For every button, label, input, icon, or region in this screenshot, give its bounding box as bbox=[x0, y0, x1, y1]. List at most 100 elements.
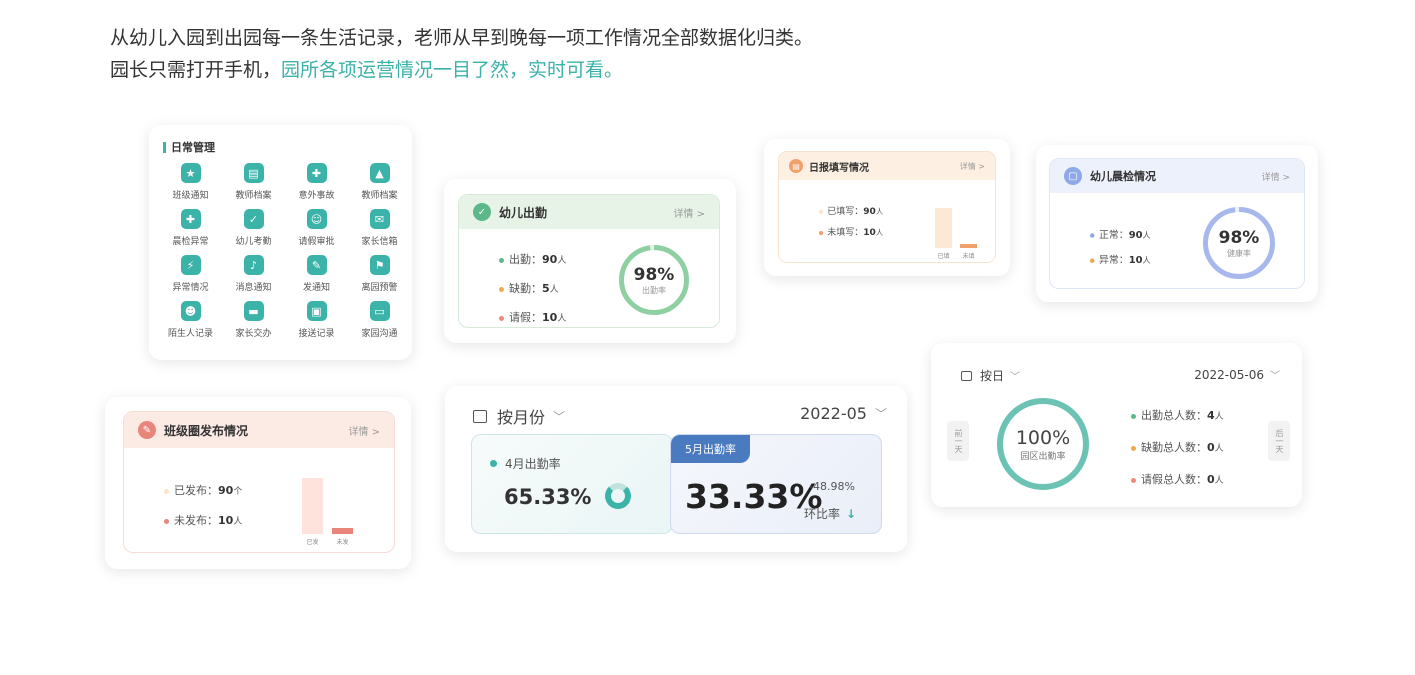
daily-item-8[interactable]: ⚡ 异常情况 bbox=[159, 255, 222, 293]
intro-line-2-prefix: 园长只需打开手机， bbox=[110, 59, 282, 81]
class-circle-detail-link[interactable]: 详情 > bbox=[348, 423, 380, 438]
daily-item-10[interactable]: ✎ 发通知 bbox=[285, 255, 348, 293]
daily-item-6[interactable]: ☺ 请假审批 bbox=[285, 209, 348, 247]
pickup-icon: ▣ bbox=[306, 301, 327, 321]
stat-unit: 个 bbox=[233, 487, 243, 497]
previous-day-button[interactable]: 前一天 bbox=[947, 421, 969, 461]
morning-check-stats: 正常：90人 异常：10人 bbox=[1090, 227, 1151, 277]
daily-item-label: 家园沟通 bbox=[361, 329, 398, 339]
month-over-month-label: 环比率 bbox=[804, 507, 841, 521]
stat-unit: 人 bbox=[557, 314, 567, 324]
bar bbox=[935, 208, 952, 248]
day-date-picker[interactable]: 2022-05-06 ﹀ bbox=[1194, 367, 1280, 383]
daily-item-label: 陌生人记录 bbox=[167, 329, 213, 339]
stat-line: 已填写：90人 bbox=[819, 204, 883, 217]
daily-management-card: 日常管理 ★ 班级通知 ▤ 教师档案 ✚ 意外事故 ▲ 教师档案 ✚ 晨检异常 ✓ 幼儿考勤 ☺ 请假审批… bbox=[149, 125, 412, 360]
stat-line: 已发布：90个 bbox=[164, 482, 242, 498]
arrow-down-icon: ↓ bbox=[846, 506, 857, 521]
stat-line: 缺勤总人数：0人 bbox=[1131, 439, 1224, 455]
stat-value: 10 bbox=[863, 226, 876, 238]
morning-check-header: ▢ 幼儿晨检情况 详情 > bbox=[1050, 159, 1304, 193]
class-circle-title: 班级圈发布情况 bbox=[164, 423, 249, 438]
stat-unit: 人 bbox=[1142, 231, 1151, 241]
daily-item-label: 消息通知 bbox=[235, 283, 272, 293]
attendance-card: ✓ 幼儿出勤 详情 > 出勤：90人 缺勤：5人 请假：10人 98% 出勤率 bbox=[444, 179, 736, 343]
chat-icon: ▭ bbox=[369, 301, 390, 321]
daily-item-9[interactable]: ♪ 消息通知 bbox=[222, 255, 285, 293]
class-circle-card: ✎ 班级圈发布情况 详情 > 已发布：90个 未发布：10人 已发 未发 bbox=[105, 397, 411, 569]
stat-line: 正常：90人 bbox=[1090, 227, 1151, 241]
day-attendance-stats: 出勤总人数：4人 缺勤总人数：0人 请假总人数：0人 bbox=[1131, 407, 1224, 503]
stat-label: 未发布： bbox=[174, 514, 218, 527]
daily-report-detail-link[interactable]: 详情 > bbox=[960, 161, 985, 172]
legend-dot bbox=[164, 488, 169, 494]
day-date: 2022-05-06 bbox=[1194, 367, 1264, 382]
daily-report-title: 日报填写情况 bbox=[809, 162, 869, 174]
daily-item-2[interactable]: ✚ 意外事故 bbox=[285, 163, 348, 201]
calendar-icon bbox=[961, 370, 972, 381]
send-notice-icon: ✎ bbox=[306, 255, 327, 275]
morning-check-title: 幼儿晨检情况 bbox=[1090, 170, 1156, 183]
daily-report-header: ▤ 日报填写情况 详情 > bbox=[779, 152, 995, 180]
bar bbox=[302, 478, 323, 534]
mail-icon: ✉ bbox=[369, 209, 390, 229]
previous-day-label: 前一天 bbox=[954, 429, 963, 453]
stat-line: 出勤总人数：4人 bbox=[1131, 407, 1224, 423]
daily-item-label: 接送记录 bbox=[298, 329, 335, 339]
next-day-button[interactable]: 后一天 bbox=[1268, 421, 1290, 461]
month-selector[interactable]: 按月份 ﹀ bbox=[473, 404, 565, 428]
stat-unit: 人 bbox=[549, 285, 559, 295]
daily-item-14[interactable]: ▣ 接送记录 bbox=[285, 301, 348, 339]
stat-line: 出勤：90人 bbox=[499, 251, 566, 267]
attendance-icon: ✓ bbox=[243, 209, 264, 229]
stat-value: 90 bbox=[218, 484, 234, 497]
daily-item-1[interactable]: ▤ 教师档案 bbox=[222, 163, 285, 201]
legend-dot bbox=[1090, 258, 1095, 263]
daily-item-0[interactable]: ★ 班级通知 bbox=[159, 163, 222, 201]
attendance-header: ✓ 幼儿出勤 详情 > bbox=[459, 195, 719, 229]
attendance-detail-link[interactable]: 详情 > bbox=[673, 205, 705, 220]
daily-management-grid: ★ 班级通知 ▤ 教师档案 ✚ 意外事故 ▲ 教师档案 ✚ 晨检异常 ✓ 幼儿考勤 ☺ 请假审批 ✉ 家长信箱… bbox=[149, 155, 412, 339]
daily-item-3[interactable]: ▲ 教师档案 bbox=[348, 163, 411, 201]
daily-item-label: 幼儿考勤 bbox=[235, 237, 272, 247]
legend-dot bbox=[1131, 445, 1136, 451]
month-date: 2022-05 bbox=[800, 404, 867, 423]
current-month-rate: 33.33% bbox=[685, 477, 823, 516]
stat-line: 异常：10人 bbox=[1090, 252, 1151, 266]
stat-unit: 人 bbox=[1214, 476, 1224, 486]
stat-label: 异常： bbox=[1099, 254, 1129, 266]
daily-item-7[interactable]: ✉ 家长信箱 bbox=[348, 209, 411, 247]
bar-label: 未填 bbox=[962, 253, 975, 260]
day-selector[interactable]: 按日 ﹀ bbox=[961, 367, 1020, 384]
stat-value: 10 bbox=[218, 514, 234, 527]
stat-value: 10 bbox=[1128, 254, 1143, 266]
teacher-file-icon: ▤ bbox=[243, 163, 264, 183]
morning-check-icon: ▢ bbox=[1064, 167, 1082, 185]
daily-item-13[interactable]: ▬ 家长交办 bbox=[222, 301, 285, 339]
legend-dot bbox=[819, 230, 824, 235]
class-circle-header: ✎ 班级圈发布情况 详情 > bbox=[124, 412, 394, 448]
daily-item-5[interactable]: ✓ 幼儿考勤 bbox=[222, 209, 285, 247]
chevron-down-icon: ﹀ bbox=[874, 407, 887, 421]
daily-item-label: 教师档案 bbox=[235, 191, 272, 201]
daily-item-12[interactable]: ☻ 陌生人记录 bbox=[159, 301, 222, 339]
bar-label: 未发 bbox=[336, 539, 349, 546]
bar-label: 已填 bbox=[937, 253, 950, 260]
stat-label: 出勤： bbox=[509, 253, 542, 266]
daily-item-label: 意外事故 bbox=[298, 191, 335, 201]
stat-value: 90 bbox=[863, 205, 876, 217]
month-date-picker[interactable]: 2022-05 ﹀ bbox=[800, 404, 887, 423]
stat-label: 请假总人数： bbox=[1141, 473, 1207, 486]
daily-item-15[interactable]: ▭ 家园沟通 bbox=[348, 301, 411, 339]
daily-item-11[interactable]: ⚑ 离园预警 bbox=[348, 255, 411, 293]
legend-dot bbox=[1131, 413, 1136, 419]
daily-item-label: 请假审批 bbox=[298, 237, 335, 247]
daily-item-4[interactable]: ✚ 晨检异常 bbox=[159, 209, 222, 247]
stat-label: 已填写： bbox=[827, 205, 864, 217]
intro-text: 从幼儿入园到出园每一条生活记录，老师从早到晚每一项工作情况全部数据化归类。 园长… bbox=[110, 22, 813, 86]
notice-icon: ★ bbox=[180, 163, 201, 183]
stat-unit: 人 bbox=[1142, 256, 1151, 266]
morning-check-detail-link[interactable]: 详情 > bbox=[1262, 170, 1290, 183]
class-circle-icon: ✎ bbox=[138, 421, 156, 439]
stat-unit: 人 bbox=[875, 208, 884, 217]
